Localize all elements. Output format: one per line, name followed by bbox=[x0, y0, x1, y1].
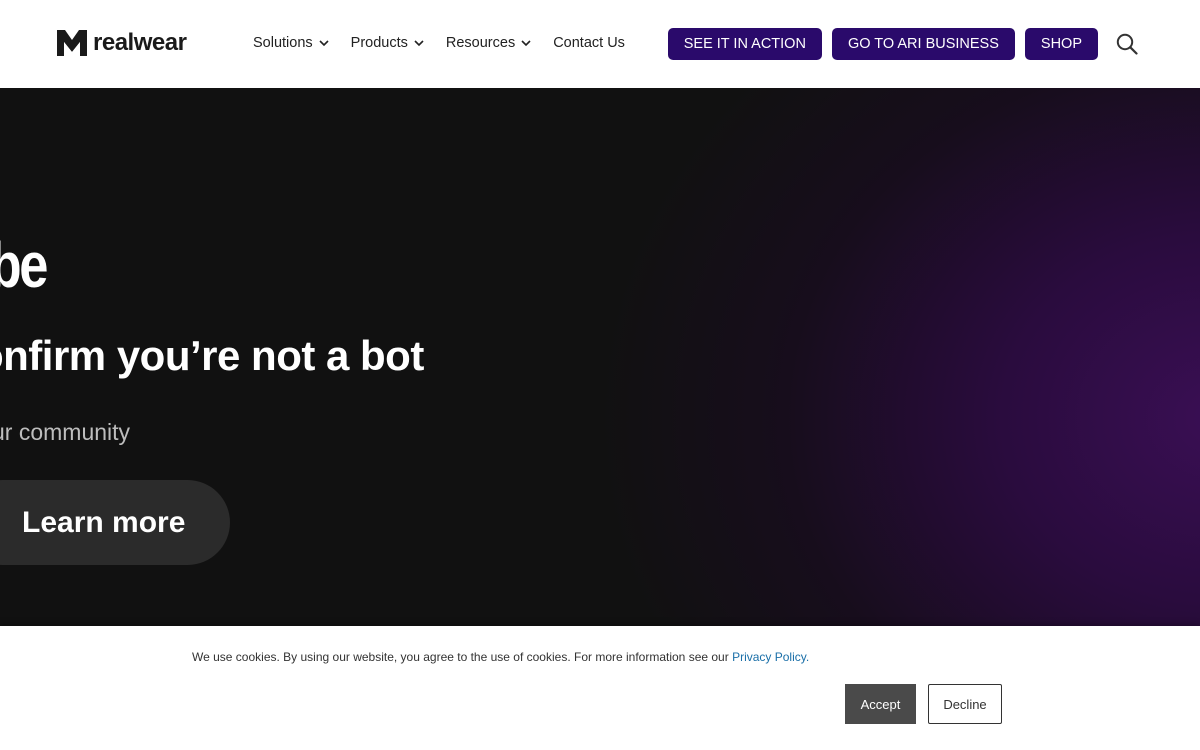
go-to-ari-business-button[interactable]: GO TO ARI BUSINESS bbox=[831, 28, 1015, 60]
privacy-policy-link-suffix: . bbox=[805, 650, 810, 664]
nav-label: Contact Us bbox=[553, 35, 625, 51]
nav-item-products[interactable]: Products bbox=[351, 34, 424, 52]
cookie-banner: We use cookies. By using our website, yo… bbox=[0, 626, 1200, 750]
shop-button[interactable]: SHOP bbox=[1024, 28, 1098, 60]
nav-item-resources[interactable]: Resources bbox=[446, 34, 531, 52]
site-header: realwear Solutions Products Resources Co… bbox=[0, 0, 1200, 88]
nav-label: Solutions bbox=[253, 35, 313, 51]
see-it-in-action-button[interactable]: SEE IT IN ACTION bbox=[667, 28, 822, 60]
nav-label: Products bbox=[350, 35, 408, 51]
realwear-logo-mark-icon bbox=[57, 30, 87, 56]
search-icon[interactable] bbox=[1116, 33, 1138, 55]
chevron-down-icon bbox=[521, 39, 531, 46]
cookie-message: We use cookies. By using our website, yo… bbox=[192, 650, 809, 664]
chevron-down-icon bbox=[414, 39, 424, 46]
logo-wordmark: realwear bbox=[93, 29, 187, 56]
main-nav: Solutions Products Resources Contact Us bbox=[253, 34, 647, 52]
cookie-message-text: We use cookies. By using our website, yo… bbox=[192, 650, 733, 664]
hero-title: ube bbox=[0, 229, 48, 301]
accept-cookies-button[interactable]: Accept bbox=[845, 684, 916, 724]
nav-label: Resources bbox=[445, 35, 516, 51]
realwear-logo[interactable]: realwear bbox=[55, 28, 187, 58]
learn-more-button[interactable]: Learn more bbox=[0, 480, 230, 565]
chevron-down-icon bbox=[319, 39, 329, 46]
privacy-policy-link[interactable]: Privacy Policy bbox=[732, 650, 806, 664]
nav-item-solutions[interactable]: Solutions bbox=[253, 34, 329, 52]
hero-video-embed: ube onfirm you’re not a bot ur community… bbox=[0, 88, 1200, 628]
nav-item-contact-us[interactable]: Contact Us bbox=[553, 34, 625, 52]
header-cta-group: SEE IT IN ACTION GO TO ARI BUSINESS SHOP bbox=[658, 28, 1098, 60]
hero-text: ur community bbox=[0, 419, 131, 445]
decline-cookies-button[interactable]: Decline bbox=[928, 684, 1002, 724]
hero-subtitle: onfirm you’re not a bot bbox=[0, 332, 424, 379]
